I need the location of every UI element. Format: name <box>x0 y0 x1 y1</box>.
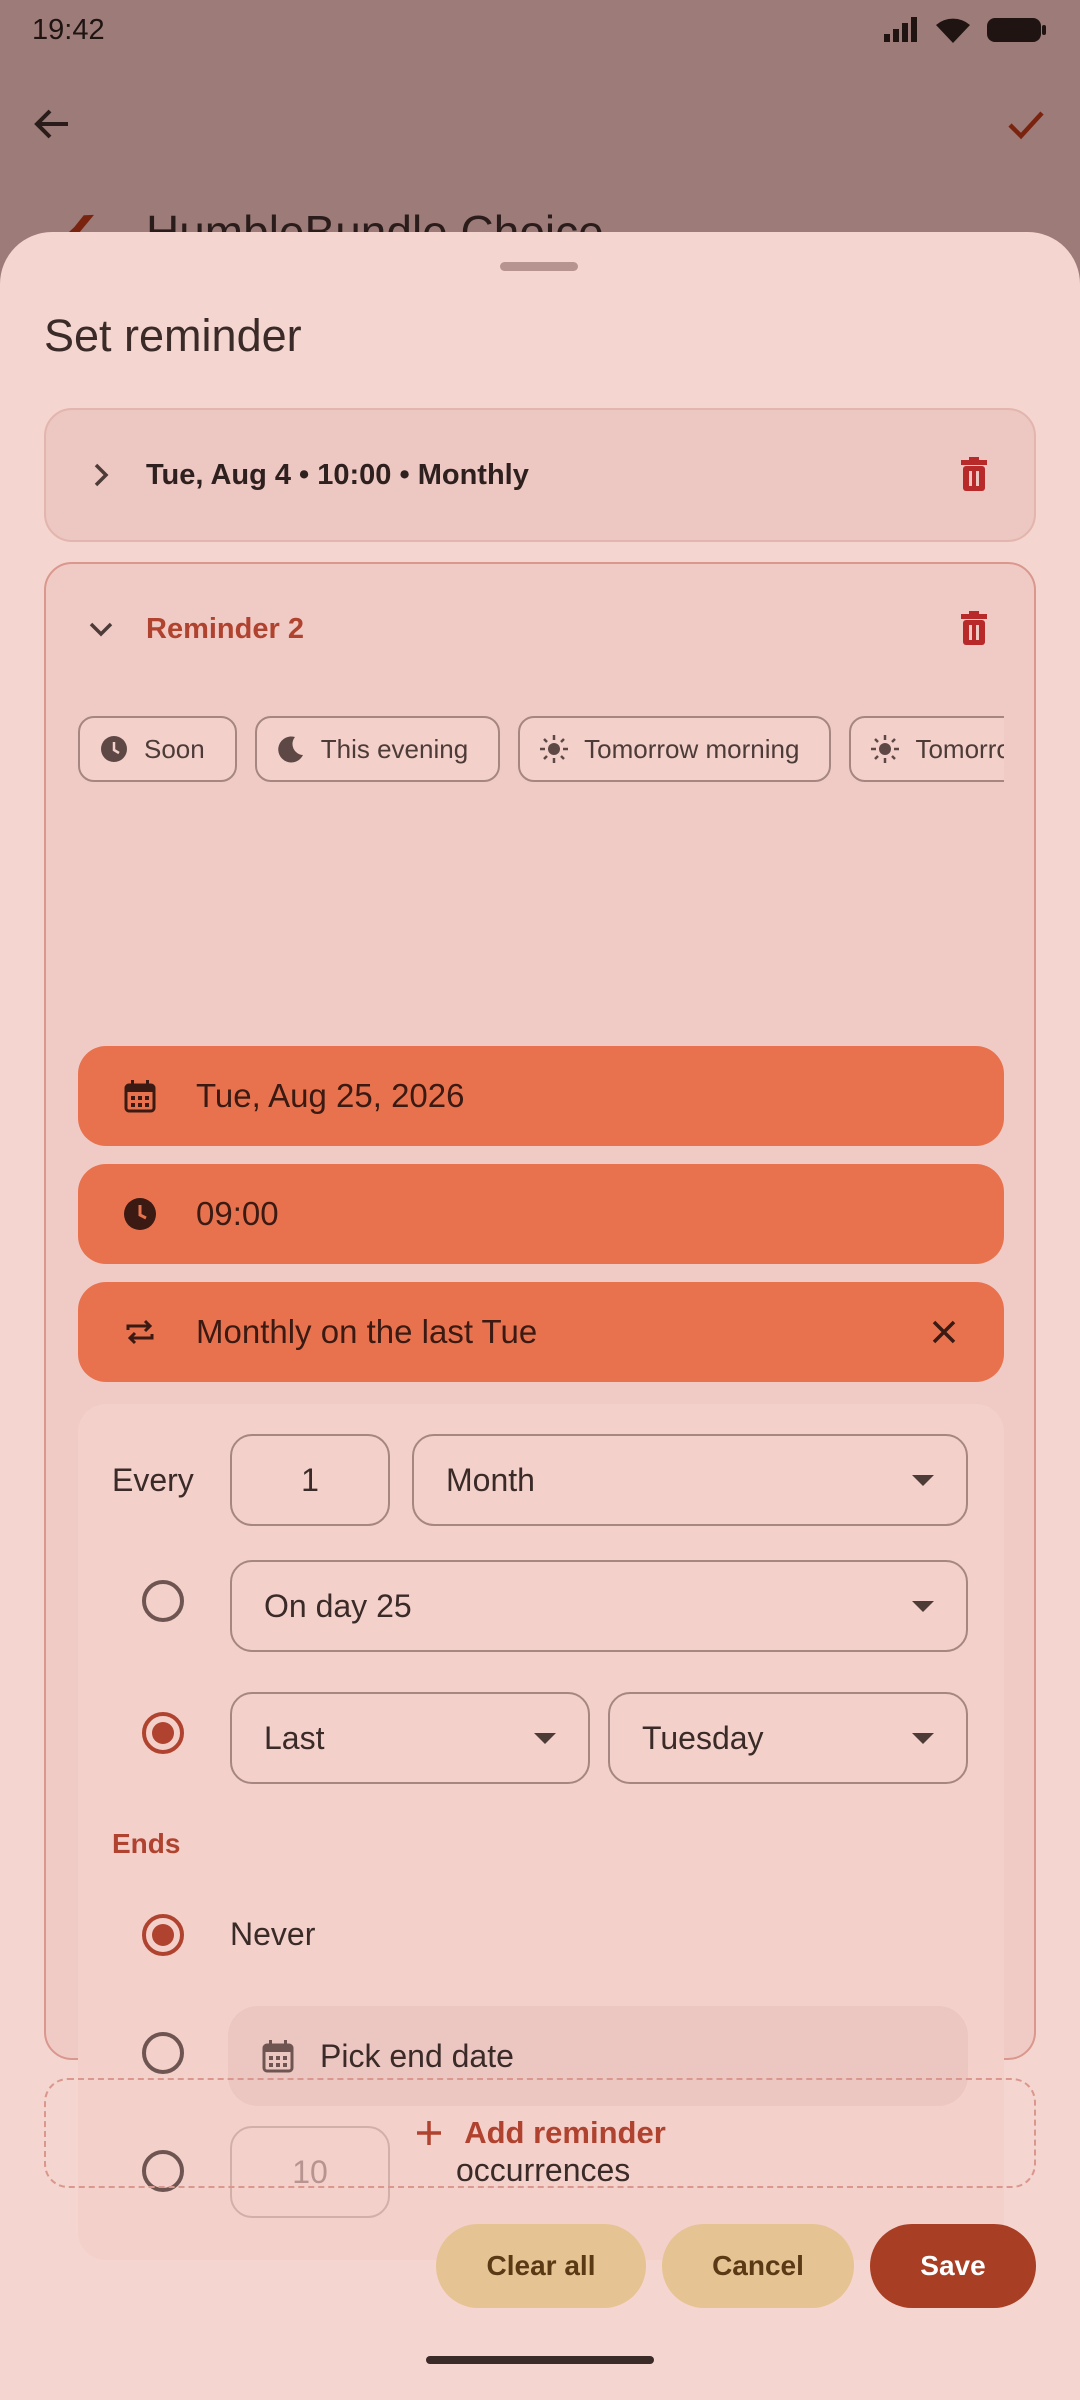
chip-soon[interactable]: Soon <box>78 716 237 782</box>
ends-label: Ends <box>112 1828 181 1859</box>
interval-input[interactable]: 1 <box>230 1434 390 1526</box>
clear-all-button[interactable]: Clear all <box>436 2224 646 2308</box>
weekday-dropdown[interactable]: Tuesday <box>608 1692 968 1784</box>
dropdown-arrow-icon <box>912 1600 934 1612</box>
clock-icon <box>124 1198 156 1230</box>
clock-icon <box>101 736 127 762</box>
moon-icon <box>277 736 303 763</box>
radio-ends-never[interactable] <box>142 1914 184 1956</box>
radio-on-day[interactable] <box>142 1580 184 1622</box>
reminder-1-card[interactable]: Tue, Aug 4 • 10:00 • Monthly <box>44 408 1036 542</box>
ordinal-dropdown[interactable]: Last <box>230 1692 590 1784</box>
calendar-icon <box>124 1080 156 1113</box>
every-label: Every <box>112 1462 194 1498</box>
add-reminder-button[interactable]: Add reminder <box>44 2078 1036 2188</box>
radio-ends-on-date[interactable] <box>142 2032 184 2074</box>
chip-tomorrow[interactable]: Tomorrow <box>849 716 1004 782</box>
repeat-button[interactable]: Monthly on the last Tue <box>78 1282 1004 1382</box>
never-label: Never <box>230 1916 316 1952</box>
reminder-2-card: Reminder 2 Soon This evening Tomorrow mo… <box>44 562 1036 2260</box>
sun-icon <box>540 735 569 763</box>
gesture-nav-bar[interactable] <box>426 2356 654 2364</box>
sheet-title: Set reminder <box>44 310 302 361</box>
repeat-value: Monthly on the last Tue <box>196 1313 538 1350</box>
chevron-down-icon[interactable] <box>86 614 116 644</box>
quick-chip-row[interactable]: Soon This evening Tomorrow morning Tomor… <box>78 716 1004 784</box>
time-picker-button[interactable]: 09:00 <box>78 1164 1004 1264</box>
check-icon[interactable] <box>1004 102 1048 146</box>
day-of-month-dropdown[interactable]: On day 25 <box>230 1560 968 1652</box>
status-icons <box>882 15 1048 45</box>
dropdown-arrow-icon <box>912 1732 934 1744</box>
drag-handle[interactable] <box>500 262 578 271</box>
chip-tomorrow-morning[interactable]: Tomorrow morning <box>518 716 832 782</box>
unit-dropdown[interactable]: Month <box>412 1434 968 1526</box>
reminder-1-summary: Tue, Aug 4 • 10:00 • Monthly <box>146 458 529 491</box>
close-icon[interactable] <box>928 1316 960 1348</box>
status-time: 19:42 <box>32 13 105 46</box>
date-picker-button[interactable]: Tue, Aug 25, 2026 <box>78 1046 1004 1146</box>
delete-icon[interactable] <box>954 455 994 495</box>
date-value: Tue, Aug 25, 2026 <box>196 1077 465 1114</box>
background-app-bar <box>0 90 1080 160</box>
back-arrow-icon[interactable] <box>30 102 74 146</box>
signal-icon <box>884 17 917 42</box>
dropdown-arrow-icon <box>912 1474 934 1486</box>
time-value: 09:00 <box>196 1195 279 1232</box>
calendar-icon <box>262 2040 294 2073</box>
cancel-button[interactable]: Cancel <box>662 2224 854 2308</box>
save-button[interactable]: Save <box>870 2224 1036 2308</box>
plus-icon <box>417 2121 442 2145</box>
repeat-icon <box>126 1319 154 1345</box>
chip-this-evening[interactable]: This evening <box>254 716 501 782</box>
radio-ordinal-weekday[interactable] <box>142 1712 184 1754</box>
battery-icon <box>987 18 1046 42</box>
chevron-right-icon[interactable] <box>86 460 116 490</box>
status-bar: 19:42 <box>0 0 1080 60</box>
reminder-2-header[interactable]: Reminder 2 <box>46 564 1034 694</box>
reminder-bottom-sheet: Set reminder Tue, Aug 4 • 10:00 • Monthl… <box>0 232 1080 2400</box>
dropdown-arrow-icon <box>534 1732 556 1744</box>
sun-icon <box>871 735 900 763</box>
delete-icon[interactable] <box>954 609 994 649</box>
wifi-icon <box>936 18 970 43</box>
reminder-2-label: Reminder 2 <box>146 612 304 645</box>
